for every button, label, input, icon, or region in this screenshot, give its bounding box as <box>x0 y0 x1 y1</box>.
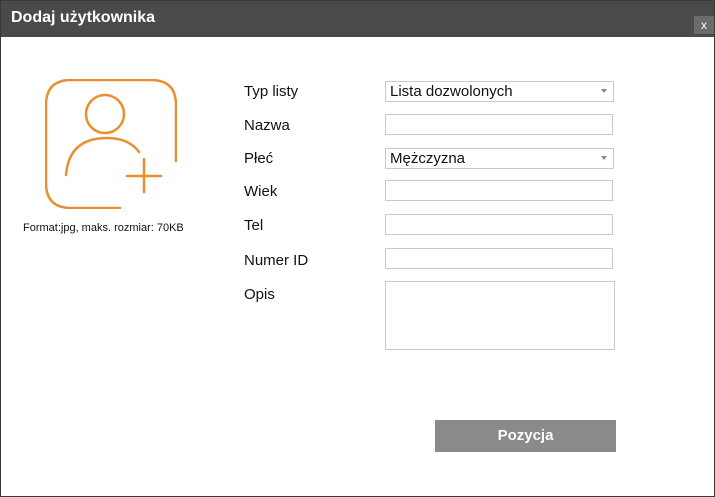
gender-select[interactable]: Mężczyzna <box>385 148 614 169</box>
gender-value: Mężczyzna <box>390 150 466 167</box>
submit-button[interactable]: Pozycja <box>435 420 616 452</box>
chevron-down-icon <box>601 89 607 93</box>
name-label: Nazwa <box>244 117 290 134</box>
description-label: Opis <box>244 286 275 303</box>
phone-input[interactable] <box>385 214 613 235</box>
phone-label: Tel <box>244 217 264 234</box>
add-photo-button[interactable] <box>44 78 178 210</box>
photo-format-note: Format:jpg, maks. rozmiar: 70KB <box>23 222 184 234</box>
age-label: Wiek <box>244 183 278 200</box>
id-number-label: Numer ID <box>244 252 309 269</box>
gender-label: Płeć <box>244 150 274 167</box>
dialog-title: Dodaj użytkownika <box>11 9 156 26</box>
chevron-down-icon <box>601 156 607 160</box>
id-number-input[interactable] <box>385 248 613 269</box>
list-type-label: Typ listy <box>244 83 299 100</box>
close-icon: x <box>701 18 707 32</box>
list-type-value: Lista dozwolonych <box>390 83 513 100</box>
age-input[interactable] <box>385 180 613 201</box>
list-type-select[interactable]: Lista dozwolonych <box>385 81 614 102</box>
dialog-titlebar: Dodaj użytkownika x <box>1 1 714 37</box>
description-textarea[interactable] <box>385 281 615 350</box>
add-user-dialog: Dodaj użytkownika x Format:jpg, maks. ro… <box>0 0 715 497</box>
name-input[interactable] <box>385 114 613 135</box>
add-user-icon <box>44 78 178 210</box>
close-button[interactable]: x <box>694 16 714 34</box>
